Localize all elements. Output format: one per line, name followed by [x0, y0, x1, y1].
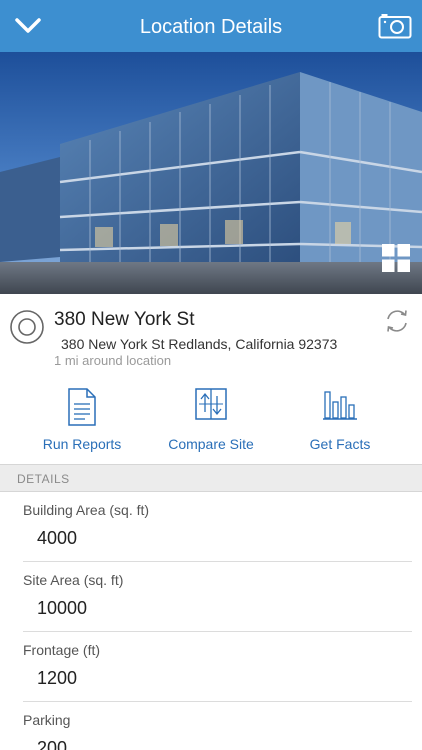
gallery-grid-icon[interactable] — [382, 244, 410, 272]
field-value[interactable]: 1200 — [37, 668, 77, 689]
action-bar: Run Reports Compare Site Get Facts — [0, 388, 422, 458]
parking-field[interactable]: Parking 200 — [0, 702, 422, 750]
site-area-field[interactable]: Site Area (sq. ft) 10000 — [0, 562, 422, 632]
page-title: Location Details — [139, 16, 283, 38]
field-value[interactable]: 4000 — [37, 528, 77, 549]
building-image — [0, 52, 422, 294]
report-icon — [68, 388, 96, 426]
get-facts-label: Get Facts — [309, 436, 371, 452]
run-reports-label: Run Reports — [42, 436, 122, 452]
details-section-header: DETAILS — [0, 464, 422, 492]
get-facts-button[interactable]: Get Facts — [270, 388, 410, 452]
camera-icon — [378, 14, 412, 39]
refresh-icon[interactable] — [384, 308, 410, 334]
bar-chart-icon — [323, 391, 357, 420]
building-area-field[interactable]: Building Area (sq. ft) 4000 — [0, 492, 422, 562]
frontage-field[interactable]: Frontage (ft) 1200 — [0, 632, 422, 702]
field-value[interactable]: 200 — [37, 738, 67, 750]
location-address: 380 New York St Redlands, California 923… — [61, 336, 338, 352]
details-section-title: DETAILS — [17, 472, 70, 486]
field-label: Frontage (ft) — [23, 642, 101, 658]
location-summary: 380 New York St 380 New York St Redlands… — [0, 294, 422, 380]
nav-header: Location Details — [0, 0, 422, 52]
camera-button[interactable] — [376, 8, 414, 44]
compare-site-button[interactable]: Compare Site — [141, 388, 281, 452]
compare-icon — [195, 388, 227, 420]
compare-site-label: Compare Site — [168, 436, 254, 452]
location-radius: 1 mi around location — [54, 353, 172, 368]
run-reports-button[interactable]: Run Reports — [12, 388, 152, 452]
field-label: Site Area (sq. ft) — [23, 572, 124, 588]
location-target-icon — [10, 310, 44, 344]
location-photo[interactable] — [0, 52, 422, 294]
field-label: Parking — [23, 712, 71, 728]
field-value[interactable]: 10000 — [37, 598, 87, 619]
field-label: Building Area (sq. ft) — [23, 502, 150, 518]
location-name: 380 New York St — [54, 309, 195, 330]
